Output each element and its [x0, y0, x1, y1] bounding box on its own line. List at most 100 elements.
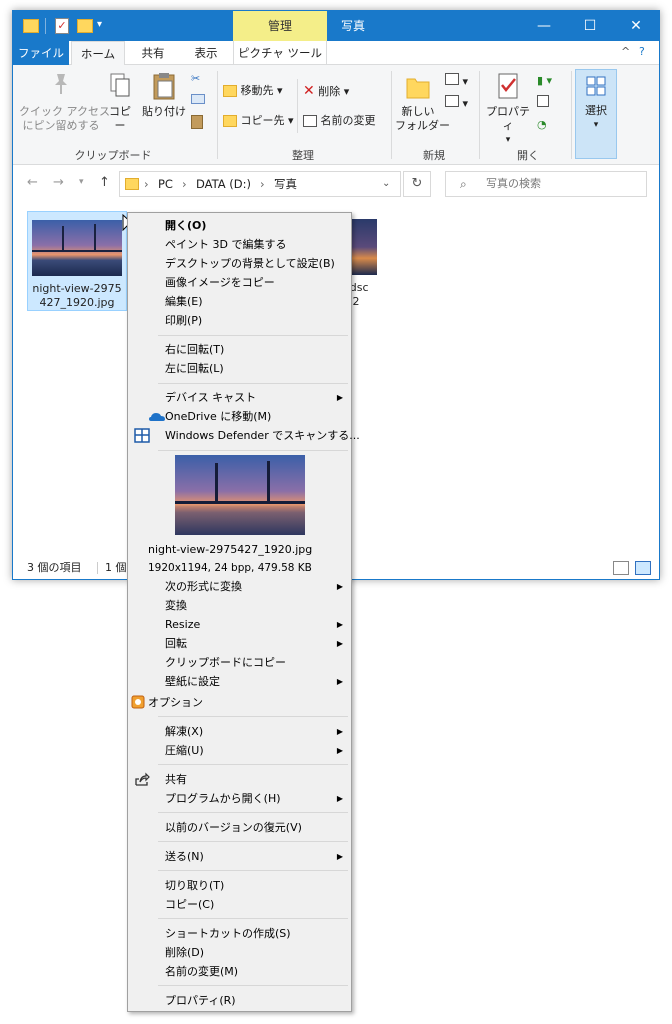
menu-create-shortcut[interactable]: ショートカットの作成(S)	[128, 924, 351, 943]
menu-delete[interactable]: 削除(D)	[128, 943, 351, 962]
select-grid-icon	[586, 76, 606, 96]
large-icons-view-icon[interactable]	[635, 561, 651, 575]
menu-separator	[158, 841, 348, 842]
menu-edit[interactable]: 編集(E)	[128, 292, 351, 311]
history-icon[interactable]: ◔	[537, 117, 547, 133]
new-folder-button[interactable]: 新しい フォルダー	[395, 71, 450, 133]
menu-compress[interactable]: 圧縮(U) ▶	[128, 741, 351, 760]
tab-home[interactable]: ホーム	[71, 41, 125, 66]
tab-picture-tools[interactable]: ピクチャ ツール	[233, 41, 327, 65]
copy-to-button[interactable]: コピー先 ▾	[223, 113, 294, 129]
menu-device-cast[interactable]: デバイス キャスト ▶	[128, 388, 351, 407]
properties-check-icon[interactable]: ✓	[55, 18, 69, 34]
preview-file-name: night-view-2975427_1920.jpg	[128, 540, 351, 559]
menu-label: ペイント 3D で編集する	[165, 238, 287, 251]
menu-paint3d[interactable]: ペイント 3D で編集する	[128, 235, 351, 254]
menu-label: 削除(D)	[165, 946, 205, 959]
menu-restore-versions[interactable]: 以前のバージョンの復元(V)	[128, 818, 351, 837]
menu-copy[interactable]: コピー(C)	[128, 895, 351, 914]
back-arrow-icon[interactable]: ←	[27, 175, 38, 190]
menu-resize[interactable]: Resize ▶	[128, 615, 351, 634]
defender-shield-icon	[134, 428, 150, 443]
divider	[45, 18, 46, 34]
details-view-icon[interactable]	[613, 561, 629, 575]
properties-button[interactable]: プロパティ ▾	[483, 71, 533, 147]
menu-rotate-left[interactable]: 左に回転(L)	[128, 359, 351, 378]
menu-cut[interactable]: 切り取り(T)	[128, 876, 351, 895]
move-to-button[interactable]: 移動先 ▾	[223, 83, 283, 99]
tab-share[interactable]: 共有	[131, 41, 175, 65]
menu-open[interactable]: 開く(O)	[128, 216, 351, 235]
recent-dropdown-icon[interactable]: ▾	[79, 177, 84, 187]
help-icon[interactable]: ?	[639, 45, 645, 58]
rename-icon	[303, 115, 317, 127]
paste-shortcut-icon[interactable]	[191, 115, 203, 134]
maximize-button[interactable]: ☐	[567, 11, 613, 41]
menu-open-with[interactable]: プログラムから開く(H) ▶	[128, 789, 351, 808]
quick-access-dropdown-icon[interactable]: ▾	[97, 19, 102, 37]
menu-copy-image[interactable]: 画像イメージをコピー	[128, 273, 351, 292]
manage-context-tab[interactable]: 管理	[233, 11, 327, 41]
menu-label: 圧縮(U)	[165, 744, 204, 757]
cut-icon[interactable]: ✂	[191, 71, 200, 87]
new-folder-icon[interactable]	[77, 19, 93, 33]
easy-access-icon[interactable]: ▾	[445, 95, 468, 112]
menu-convert[interactable]: 変換	[128, 596, 351, 615]
menu-onedrive[interactable]: OneDrive に移動(M)	[128, 407, 351, 426]
menu-print[interactable]: 印刷(P)	[128, 311, 351, 330]
close-button[interactable]: ✕	[613, 11, 659, 41]
properties-label: プロパティ	[486, 105, 530, 132]
menu-extract[interactable]: 解凍(X) ▶	[128, 722, 351, 741]
menu-rotate[interactable]: 回転 ▶	[128, 634, 351, 653]
select-button[interactable]: 選択 ▾	[575, 69, 617, 159]
move-to-label: 移動先	[240, 84, 274, 97]
menu-rotate-right[interactable]: 右に回転(T)	[128, 340, 351, 359]
file-item-selected[interactable]: night-view-2975 427_1920.jpg	[27, 211, 127, 311]
menu-separator	[158, 918, 348, 919]
chevron-down-icon: ▾	[593, 120, 599, 130]
menu-set-wallpaper[interactable]: 壁紙に設定 ▶	[128, 672, 351, 691]
submenu-arrow-icon: ▶	[336, 746, 343, 755]
address-dropdown-icon[interactable]: ⌄	[382, 172, 390, 196]
up-arrow-icon[interactable]: ↑	[99, 175, 110, 190]
refresh-button[interactable]: ↻	[403, 171, 431, 197]
new-folder-label: 新しい フォルダー	[395, 105, 450, 132]
menu-copy-clipboard[interactable]: クリップボードにコピー	[128, 653, 351, 672]
crumb-pc[interactable]: PC	[158, 172, 173, 196]
address-bar[interactable]: › PC › DATA (D:) › 写真 ⌄	[119, 171, 401, 197]
divider	[479, 71, 480, 159]
tab-view[interactable]: 表示	[181, 41, 231, 65]
tab-file[interactable]: ファイル	[13, 41, 69, 65]
submenu-arrow-icon: ▶	[336, 794, 343, 803]
crumb-folder[interactable]: 写真	[274, 172, 297, 196]
paste-button[interactable]: 貼り付け	[141, 71, 187, 119]
menu-defender-scan[interactable]: Windows Defender でスキャンする...	[128, 426, 360, 445]
edit-icon[interactable]	[537, 95, 549, 112]
menu-options[interactable]: オプション	[128, 693, 351, 712]
pin-quick-access-button[interactable]: クイック アクセス にピン留めする	[19, 71, 110, 133]
menu-convert-to[interactable]: 次の形式に変換 ▶	[128, 577, 351, 596]
ribbon-collapse-icon[interactable]: ^	[621, 45, 630, 58]
new-item-icon[interactable]: ▾	[445, 73, 468, 90]
submenu-arrow-icon: ▶	[336, 582, 343, 591]
delete-button[interactable]: ✕ 削除 ▾	[303, 83, 349, 100]
crumb-drive[interactable]: DATA (D:)	[196, 172, 251, 196]
menu-properties[interactable]: プロパティ(R)	[128, 991, 351, 1010]
menu-desktop-background[interactable]: デスクトップの背景として設定(B)	[128, 254, 351, 273]
submenu-arrow-icon: ▶	[336, 727, 343, 736]
rename-button[interactable]: 名前の変更	[303, 113, 376, 129]
copy-path-icon[interactable]	[191, 93, 205, 109]
search-input[interactable]: ⌕ 写真の検索	[445, 171, 647, 197]
preview-file-info: 1920x1194, 24 bpp, 479.58 KB	[128, 559, 351, 578]
divider	[217, 71, 218, 159]
copy-icon	[110, 73, 130, 97]
forward-arrow-icon[interactable]: →	[53, 175, 64, 190]
crumb-separator-icon: ›	[260, 177, 265, 191]
open-icon[interactable]: ▮ ▾	[537, 73, 552, 89]
copy-button[interactable]: コピー	[105, 71, 135, 133]
title-bar[interactable]: ✓ ▾ 管理 写真 — ☐ ✕	[13, 11, 659, 41]
menu-rename[interactable]: 名前の変更(M)	[128, 962, 351, 981]
menu-share[interactable]: 共有	[128, 770, 351, 789]
menu-send-to[interactable]: 送る(N) ▶	[128, 847, 351, 866]
minimize-button[interactable]: —	[521, 11, 567, 41]
